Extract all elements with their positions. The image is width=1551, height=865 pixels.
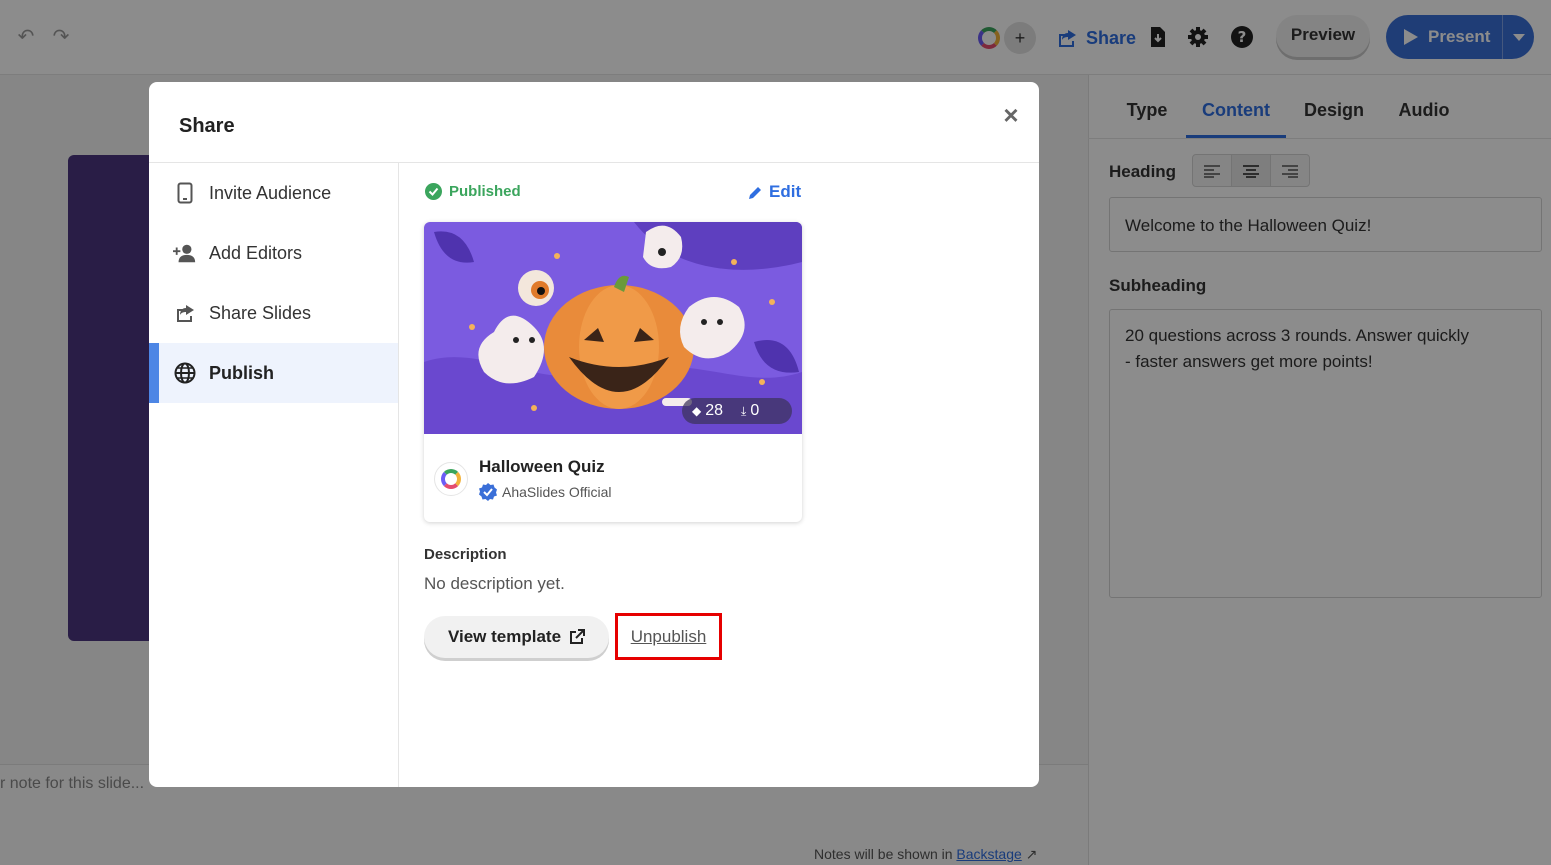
author-name: AhaSlides Official [502,484,612,500]
share-icon [173,301,197,325]
description-text: No description yet. [424,574,565,593]
check-circle-icon [425,183,442,200]
published-status: Published [425,183,521,200]
modal-title: Share [179,115,235,137]
verified-badge-icon [479,483,497,501]
tablet-icon [173,181,197,205]
sidebar-item-invite-audience[interactable]: Invite Audience [149,163,398,223]
edit-button[interactable]: Edit [748,182,801,202]
modal-sidebar: Invite Audience Add Editors Share Slides… [149,163,399,787]
downloads-count: 0 [750,402,760,419]
sidebar-item-add-editors[interactable]: Add Editors [149,223,398,283]
sidebar-item-share-slides[interactable]: Share Slides [149,283,398,343]
external-link-icon [570,629,586,644]
template-stats-badge: ◆ 28 ⤓ 0 [682,398,792,424]
template-author: AhaSlides Official [479,483,611,501]
template-title: Halloween Quiz [479,457,605,476]
published-label: Published [449,183,521,200]
download-icon: ⤓ [741,403,747,418]
sidebar-item-label: Add Editors [209,242,303,263]
sidebar-item-label: Invite Audience [209,182,332,203]
view-template-label: View template [447,627,562,646]
template-card[interactable]: ◆ 28 ⤓ 0 Halloween Quiz AhaSlides Offici… [424,222,802,522]
share-modal: Share × Invite Audience Add Editors Shar… [149,82,1039,787]
sidebar-item-publish[interactable]: Publish [149,343,398,403]
slides-count: 28 [705,402,724,419]
pencil-icon [749,186,761,199]
layers-icon: ◆ [692,404,702,418]
unpublish-button[interactable]: Unpublish [615,613,722,660]
sidebar-item-label: Publish [209,362,275,383]
sidebar-item-label: Share Slides [209,302,312,323]
close-icon[interactable]: × [1000,102,1022,128]
author-logo [434,462,468,496]
view-template-button[interactable]: View template [424,616,609,658]
globe-icon [173,361,197,385]
description-label: Description [424,546,507,563]
user-plus-icon [173,241,197,265]
edit-label: Edit [769,182,802,201]
